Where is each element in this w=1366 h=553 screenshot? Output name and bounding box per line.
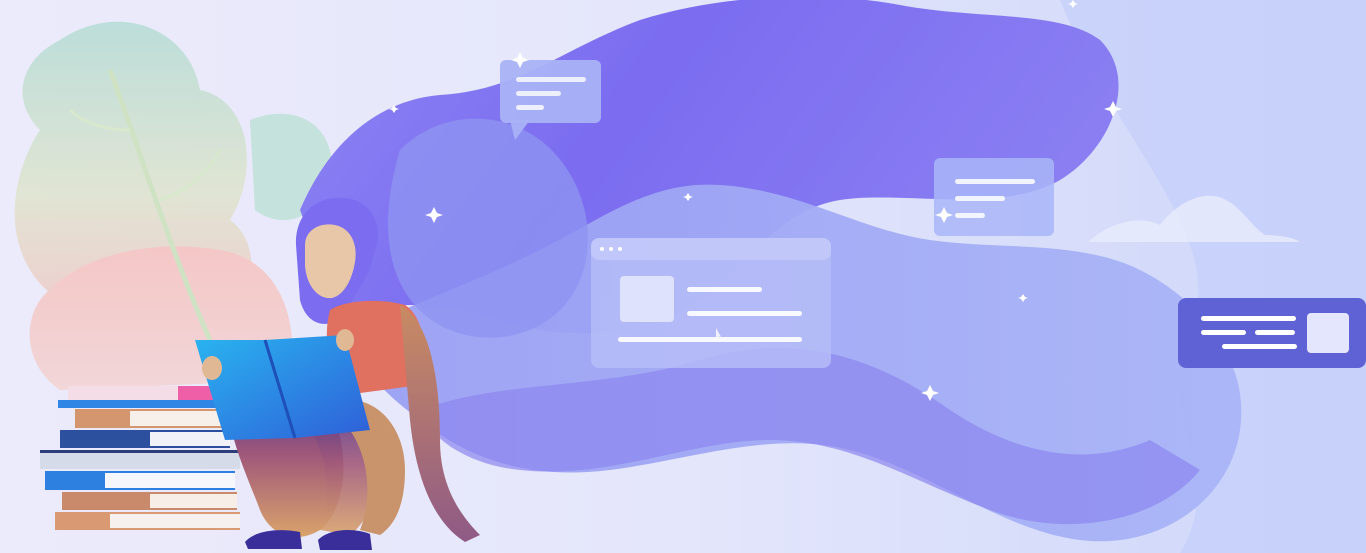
illustration-canvas xyxy=(0,0,1366,553)
book-stack-icon xyxy=(40,386,240,530)
browser-window-icon xyxy=(591,238,831,368)
illustration-scene xyxy=(0,0,1366,553)
message-card-icon xyxy=(934,158,1054,236)
list-card-icon xyxy=(1178,298,1366,368)
